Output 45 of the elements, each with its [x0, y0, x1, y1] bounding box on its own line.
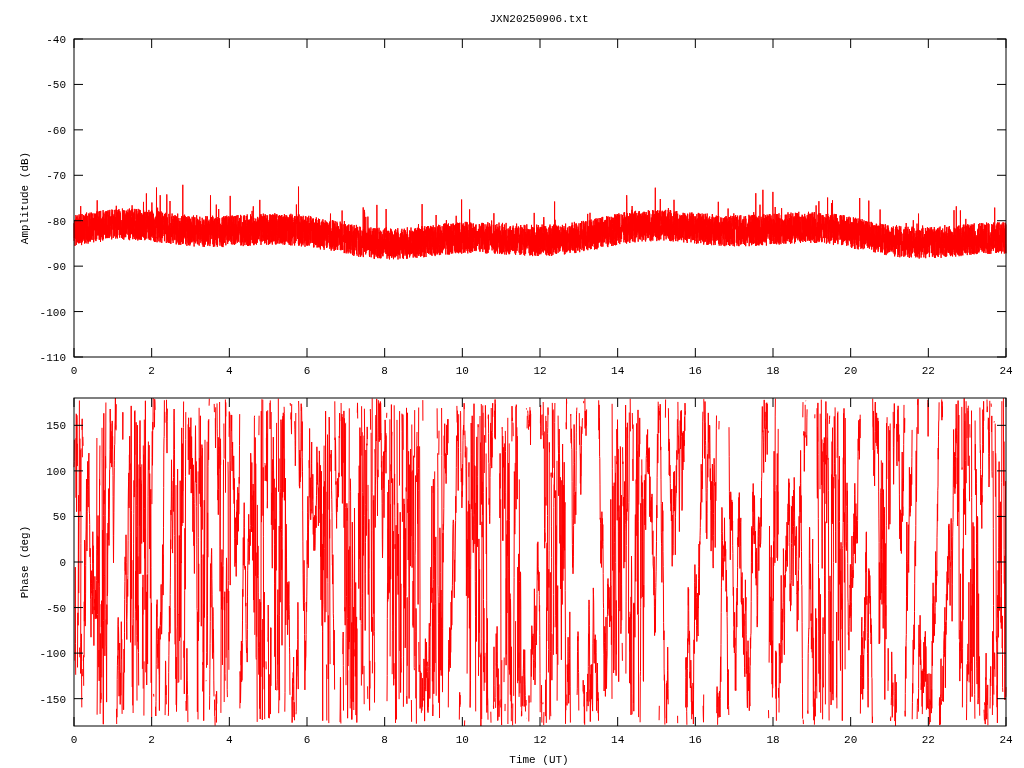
- chart-title: JXN20250906.txt: [489, 13, 589, 25]
- x-tick-label: 4: [226, 734, 233, 746]
- x-tick-label: 12: [533, 734, 547, 746]
- x-tick-label: 0: [70, 365, 78, 377]
- y-tick-label: -80: [46, 215, 66, 228]
- y-tick-label: -150: [39, 693, 66, 706]
- x-tick-label: 8: [381, 365, 388, 377]
- y-tick-label: -50: [46, 79, 66, 92]
- y-tick-label: -40: [46, 34, 66, 46]
- x-tick-label: 8: [381, 734, 388, 746]
- x-tick-label: 6: [303, 734, 311, 746]
- x-tick-label: 22: [921, 365, 935, 377]
- x-tick-label: 14: [611, 734, 625, 746]
- x-tick-label: 2: [148, 734, 155, 746]
- x-tick-label: 18: [766, 365, 780, 377]
- y-tick-label: -90: [46, 261, 66, 274]
- x-tick-label: 20: [844, 365, 858, 377]
- x-axis-label: Time (UT): [509, 754, 569, 766]
- y-tick-label: -100: [39, 648, 66, 661]
- x-tick-label: 0: [70, 734, 78, 746]
- x-tick-label: 10: [455, 365, 469, 377]
- y-tick-label: 0: [59, 557, 66, 569]
- y-tick-label: -60: [46, 124, 66, 137]
- x-tick-label: 12: [533, 365, 547, 377]
- y-axis-label: Amplitude (dB): [19, 151, 31, 245]
- x-tick-label: 14: [611, 365, 625, 377]
- y-tick-label: 100: [46, 465, 66, 478]
- y-tick-label: -70: [46, 170, 66, 183]
- y-tick-label: 50: [52, 511, 66, 524]
- x-tick-label: 2: [148, 365, 155, 377]
- x-tick-label: 10: [455, 734, 469, 746]
- y-axis-label: Phase (deg): [19, 525, 31, 599]
- x-tick-label: 16: [688, 365, 702, 377]
- x-tick-label: 24: [999, 365, 1013, 377]
- x-tick-label: 16: [688, 734, 702, 746]
- x-tick-label: 6: [303, 365, 311, 377]
- y-tick-label: -100: [39, 306, 66, 319]
- x-tick-label: 20: [844, 734, 858, 746]
- x-tick-label: 4: [226, 365, 233, 377]
- y-tick-label: 150: [46, 420, 66, 433]
- x-tick-label: 18: [766, 734, 780, 746]
- x-tick-label: 22: [921, 734, 935, 746]
- y-tick-label: -110: [39, 352, 66, 364]
- x-tick-label: 24: [999, 734, 1013, 746]
- y-tick-label: -50: [46, 602, 66, 615]
